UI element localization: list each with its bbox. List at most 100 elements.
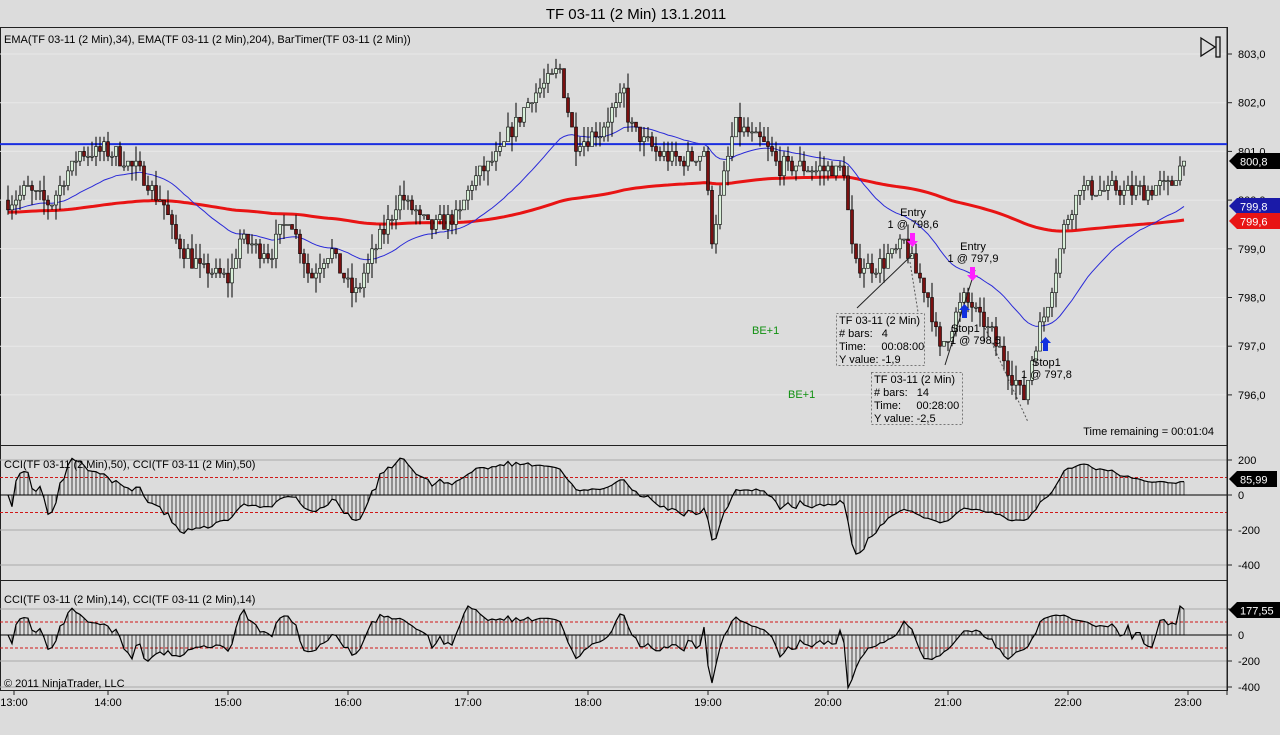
candle-body: [746, 126, 750, 133]
candle: [502, 141, 506, 147]
candle-body: [1126, 185, 1130, 191]
candle-body: [562, 68, 566, 99]
candle-body: [642, 136, 646, 142]
candle-body: [402, 194, 406, 201]
cci14-tag: 177,55: [1229, 602, 1280, 618]
candle-body: [202, 263, 206, 265]
candle-body: [190, 248, 194, 269]
candle-body: [366, 263, 370, 274]
candle-body: [266, 253, 270, 259]
candle-body: [1110, 180, 1114, 186]
candle-body: [626, 87, 630, 123]
candle-body: [1022, 384, 1026, 401]
candle-body: [458, 209, 462, 212]
candle-body: [694, 160, 698, 163]
candle-body: [866, 263, 870, 269]
candle: [570, 112, 574, 128]
candle: [706, 146, 710, 196]
candle-body: [678, 155, 682, 162]
time-tick-label: 23:00: [1174, 697, 1202, 709]
candle-body: [22, 185, 26, 196]
price-tick-label: 797,0: [1238, 341, 1266, 353]
candle-body: [1058, 248, 1062, 274]
candle-body: [898, 238, 902, 250]
candle-body: [302, 253, 306, 264]
candle-body: [466, 190, 470, 201]
candle-body: [42, 190, 46, 201]
candle-body: [90, 155, 94, 158]
candle: [1154, 185, 1158, 196]
candle-body: [374, 248, 378, 251]
candle-body: [714, 224, 718, 245]
time-tick-label: 16:00: [334, 697, 362, 709]
time-tick-label: 18:00: [574, 697, 602, 709]
candle-body: [310, 272, 314, 279]
candle-body: [1150, 190, 1154, 196]
time-tick-label: 19:00: [694, 697, 722, 709]
candle-body: [606, 121, 610, 128]
candle-body: [810, 170, 814, 173]
candle-body: [874, 272, 878, 275]
candle-body: [218, 267, 222, 274]
candle-body: [718, 194, 722, 225]
candle: [290, 224, 294, 230]
candle-body: [1006, 360, 1010, 376]
candle-body: [1094, 194, 1098, 197]
candle-body: [406, 199, 410, 202]
cci14-panel-label: CCI(TF 03-11 (2 Min),14), CCI(TF 03-11 (…: [4, 594, 255, 606]
candle-body: [1118, 190, 1122, 196]
candle-body: [34, 190, 38, 192]
candle-body: [1074, 194, 1078, 216]
candle-body: [942, 341, 946, 347]
candle-body: [326, 258, 330, 264]
candle-body: [1158, 180, 1162, 186]
candle: [1062, 219, 1066, 254]
candle-body: [498, 146, 502, 152]
candle-body: [238, 238, 242, 259]
candle-body: [862, 267, 866, 274]
candle-body: [758, 131, 762, 138]
candle-body: [662, 151, 666, 157]
price-tick-label: 803,0: [1238, 49, 1266, 61]
candle-body: [722, 170, 726, 196]
candle-body: [138, 160, 142, 167]
candle-body: [1114, 180, 1118, 191]
candle-body: [854, 243, 858, 259]
candle-body: [1146, 190, 1150, 201]
candle-body: [870, 263, 874, 274]
candle-body: [378, 229, 382, 250]
candle: [710, 185, 714, 249]
candle-body: [418, 209, 422, 216]
candle-body: [730, 136, 734, 157]
candle-body: [174, 224, 178, 240]
price-tick-label: 798,0: [1238, 293, 1266, 305]
candle-body: [982, 311, 986, 328]
candle-body: [74, 160, 78, 163]
candle-body: [246, 233, 250, 245]
candle-body: [790, 160, 794, 172]
candle-body: [286, 224, 290, 226]
candle-body: [182, 248, 186, 259]
svg-text:799,6: 799,6: [1240, 217, 1268, 229]
candle-body: [142, 165, 146, 186]
candle-body: [270, 258, 274, 260]
time-tick-label: 20:00: [814, 697, 842, 709]
candle-body: [490, 160, 494, 163]
candle-body: [578, 146, 582, 152]
candle-body: [222, 272, 226, 275]
candle-body: [826, 165, 830, 172]
box-2-title: TF 03-11 (2 Min): [874, 374, 955, 386]
candle-body: [1138, 185, 1142, 187]
candle-body: [938, 326, 942, 347]
candle-body: [206, 263, 210, 274]
candle-body: [586, 141, 590, 147]
candle-body: [126, 160, 130, 167]
candle: [1094, 194, 1098, 197]
candle-body: [890, 248, 894, 254]
candle-body: [346, 277, 350, 280]
candle-body: [1042, 316, 1046, 323]
entry-2-detail: 1 @ 797,9: [948, 253, 999, 265]
ema204-tag: 799,6: [1229, 213, 1280, 229]
stop-1-detail: 1 @ 798,5: [950, 335, 1001, 347]
cci50-tag: 85,99: [1229, 471, 1277, 487]
